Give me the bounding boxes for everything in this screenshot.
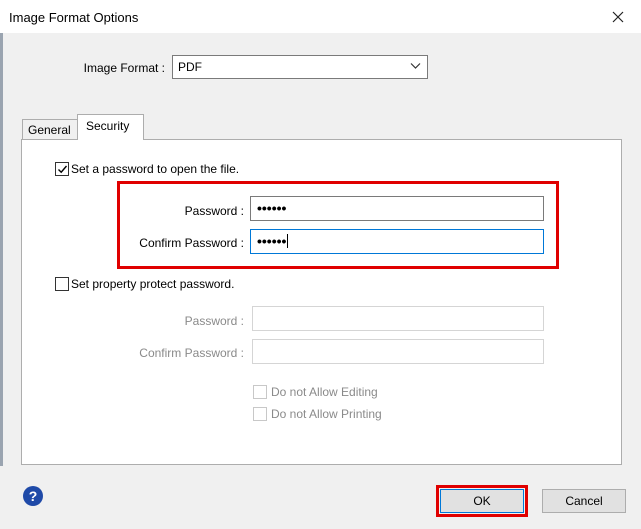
confirm-password-value: •••••• xyxy=(257,233,289,249)
tab-security[interactable]: Security xyxy=(77,114,144,140)
no-editing-label: Do not Allow Editing xyxy=(271,385,378,399)
property-password-checkbox-label: Set property protect password. xyxy=(71,277,235,291)
confirm-password-label: Confirm Password : xyxy=(139,236,244,250)
property-password-label: Password : xyxy=(184,314,244,328)
property-confirm-password-label: Confirm Password : xyxy=(139,346,244,360)
image-format-label: Image Format : xyxy=(83,61,165,75)
confirm-password-input[interactable]: •••••• xyxy=(250,229,544,254)
no-editing-checkbox[interactable] xyxy=(253,385,267,399)
window-edge xyxy=(0,33,3,529)
property-password-checkbox[interactable] xyxy=(55,277,69,291)
title-bar: Image Format Options xyxy=(0,0,641,33)
tab-security-label: Security xyxy=(86,119,130,133)
close-icon xyxy=(612,11,624,22)
property-password-input[interactable] xyxy=(252,306,544,331)
password-highlight-box xyxy=(117,181,559,269)
cancel-button[interactable]: Cancel xyxy=(542,489,626,513)
text-caret xyxy=(287,234,289,248)
ok-highlight-box xyxy=(436,485,528,517)
password-label: Password : xyxy=(184,204,244,218)
cancel-button-label: Cancel xyxy=(565,494,603,508)
chevron-down-icon xyxy=(410,63,421,69)
open-password-checkbox-label: Set a password to open the file. xyxy=(71,162,240,176)
no-printing-label: Do not Allow Printing xyxy=(271,407,382,421)
open-password-checkbox[interactable] xyxy=(55,162,69,176)
help-icon-glyph: ? xyxy=(28,488,38,504)
password-input[interactable]: •••••• xyxy=(250,196,544,221)
tab-general-label: General xyxy=(28,123,71,137)
no-printing-checkbox[interactable] xyxy=(253,407,267,421)
property-confirm-password-input[interactable] xyxy=(252,339,544,364)
confirm-password-text: •••••• xyxy=(257,233,287,249)
close-button[interactable] xyxy=(595,0,641,33)
password-value: •••••• xyxy=(257,200,287,216)
help-icon[interactable]: ? xyxy=(23,486,43,506)
tab-general[interactable]: General xyxy=(22,119,78,139)
image-format-value: PDF xyxy=(178,60,202,74)
window-title: Image Format Options xyxy=(9,10,139,25)
image-format-select[interactable]: PDF xyxy=(172,55,428,79)
checkmark-icon xyxy=(58,165,68,174)
